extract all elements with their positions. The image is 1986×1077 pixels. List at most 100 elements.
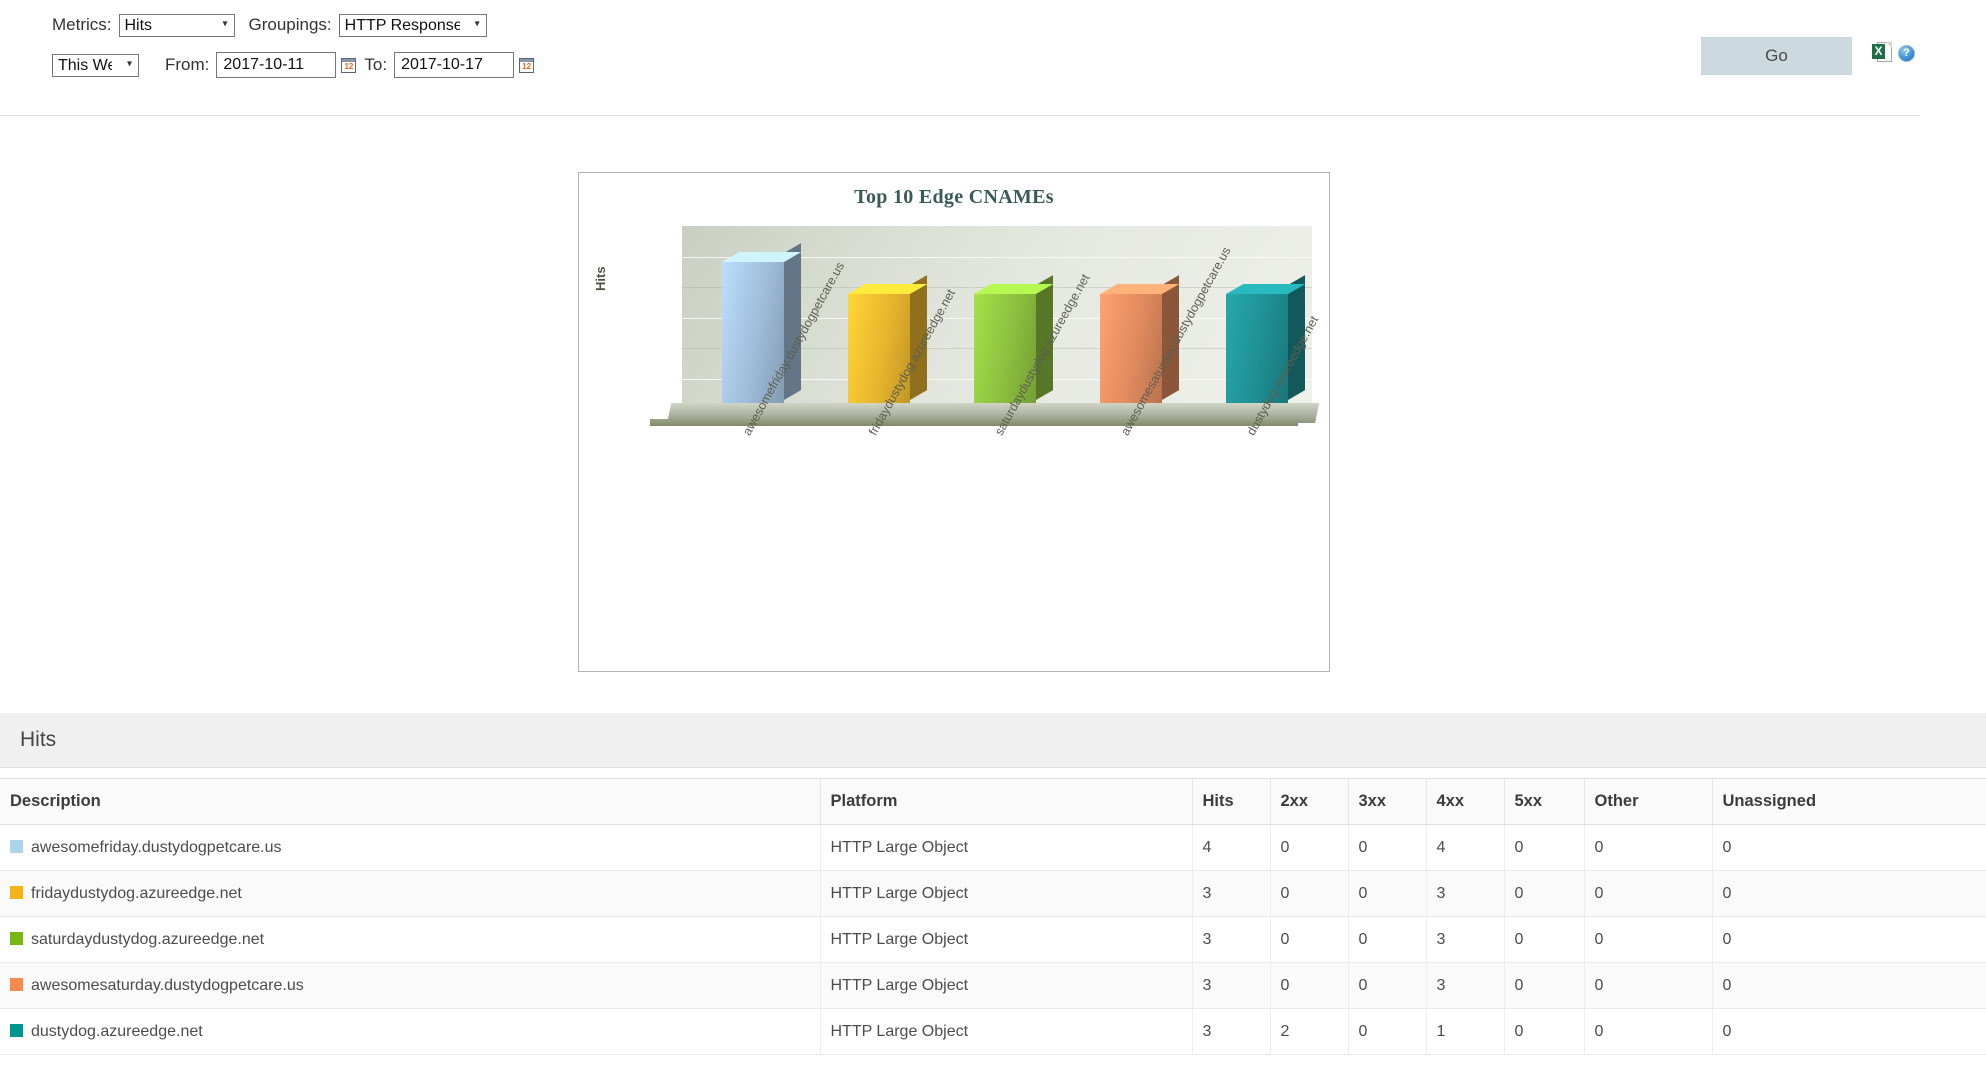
report-toolbar: Metrics: Hits ▾ Groupings: HTTP Response… <box>0 0 1986 118</box>
description-text: awesomefriday.dustydogpetcare.us <box>31 838 282 856</box>
cell-hits: 4 <box>1192 824 1271 871</box>
table-header-row: Description Platform Hits 2xx 3xx 4xx 5x… <box>0 778 1986 825</box>
help-icon[interactable]: ? <box>1898 44 1915 62</box>
series-color-swatch <box>10 931 23 945</box>
metrics-label: Metrics: <box>52 15 112 34</box>
excel-icon-fold <box>1886 42 1892 48</box>
cell-description: awesomefriday.dustydogpetcare.us <box>0 824 821 871</box>
data-table-wrap: Description Platform Hits 2xx 3xx 4xx 5x… <box>0 778 1986 1055</box>
table-body: awesomefriday.dustydogpetcare.us HTTP Lar… <box>0 824 1986 1055</box>
metrics-select-wrap[interactable]: Hits ▾ <box>118 13 235 37</box>
groupings-select-wrap[interactable]: HTTP Response Codes ▾ <box>338 13 487 37</box>
col-2xx[interactable]: 2xx <box>1270 778 1349 825</box>
data-table: Description Platform Hits 2xx 3xx 4xx 5x… <box>0 778 1986 1055</box>
cell-2xx: 0 <box>1270 962 1349 1009</box>
range-select-wrap[interactable]: This Week ▾ <box>52 53 139 77</box>
cell-unassigned: 0 <box>1712 870 1986 917</box>
section-header: Hits <box>0 713 1986 768</box>
chart-panel: Top 10 Edge CNAMEs Hits awesomefriday.du… <box>578 172 1330 672</box>
table-row[interactable]: saturdaydustydog.azureedge.net HTTP Large… <box>0 916 1986 963</box>
table-row[interactable]: dustydog.azureedge.net HTTP Large Object 3… <box>0 1008 1986 1055</box>
cell-5xx: 0 <box>1504 824 1585 871</box>
col-4xx[interactable]: 4xx <box>1426 778 1505 825</box>
col-5xx[interactable]: 5xx <box>1504 778 1585 825</box>
cell-other: 0 <box>1584 916 1713 963</box>
toolbar-row-metrics: Metrics: Hits ▾ Groupings: HTTP Response… <box>0 10 1986 40</box>
calendar-icon-body: 12 <box>341 61 357 73</box>
go-button[interactable]: Go <box>1701 37 1852 75</box>
cell-unassigned: 0 <box>1712 916 1986 963</box>
cell-hits: 3 <box>1192 962 1271 1009</box>
cell-description: fridaydustydog.azureedge.net <box>0 870 821 917</box>
toolbar-action-icons: X ? <box>1872 42 1915 64</box>
cell-hits: 3 <box>1192 870 1271 917</box>
toolbar-row-daterange: This Week ▾ From: 12 To: 12 <box>0 46 1986 84</box>
description-text: awesomesaturday.dustydogpetcare.us <box>31 976 304 994</box>
cell-platform: HTTP Large Object <box>820 916 1193 963</box>
table-row[interactable]: awesomesaturday.dustydogpetcare.us HTTP L… <box>0 962 1986 1009</box>
cell-other: 0 <box>1584 1008 1713 1055</box>
col-hits[interactable]: Hits <box>1192 778 1271 825</box>
table-row[interactable]: awesomefriday.dustydogpetcare.us HTTP Lar… <box>0 824 1986 871</box>
chart-y-axis-label: Hits <box>593 266 608 291</box>
cell-3xx: 0 <box>1348 870 1427 917</box>
cell-5xx: 0 <box>1504 1008 1585 1055</box>
table-row[interactable]: fridaydustydog.azureedge.net HTTP Large O… <box>0 870 1986 917</box>
calendar-icon-to[interactable]: 12 <box>519 57 535 73</box>
cell-3xx: 0 <box>1348 1008 1427 1055</box>
chart-bar-side <box>784 243 801 400</box>
date-range-select[interactable]: This Week <box>52 53 139 77</box>
table-head: Description Platform Hits 2xx 3xx 4xx 5x… <box>0 778 1986 825</box>
from-label: From: <box>165 55 210 74</box>
cell-other: 0 <box>1584 870 1713 917</box>
cell-2xx: 2 <box>1270 1008 1349 1055</box>
cell-platform: HTTP Large Object <box>820 824 1193 871</box>
cell-description: dustydog.azureedge.net <box>0 1008 821 1055</box>
cell-3xx: 0 <box>1348 962 1427 1009</box>
cell-platform: HTTP Large Object <box>820 1008 1193 1055</box>
metrics-select[interactable]: Hits <box>118 13 235 37</box>
cell-description: saturdaydustydog.azureedge.net <box>0 916 821 963</box>
series-color-swatch <box>10 1023 23 1037</box>
cell-5xx: 0 <box>1504 870 1585 917</box>
cell-5xx: 0 <box>1504 916 1585 963</box>
series-color-swatch <box>10 977 23 991</box>
calendar-icon-body: 12 <box>519 61 535 73</box>
description-text: fridaydustydog.azureedge.net <box>31 884 242 902</box>
cell-4xx: 1 <box>1426 1008 1505 1055</box>
to-date-input[interactable] <box>394 52 515 78</box>
cell-other: 0 <box>1584 962 1713 1009</box>
cell-unassigned: 0 <box>1712 962 1986 1009</box>
cell-unassigned: 0 <box>1712 824 1986 871</box>
cell-platform: HTTP Large Object <box>820 962 1193 1009</box>
col-3xx[interactable]: 3xx <box>1348 778 1427 825</box>
groupings-select[interactable]: HTTP Response Codes <box>338 13 487 37</box>
description-text: dustydog.azureedge.net <box>31 1022 203 1040</box>
col-description[interactable]: Description <box>0 778 821 825</box>
cell-4xx: 3 <box>1426 870 1505 917</box>
cell-4xx: 4 <box>1426 824 1505 871</box>
cell-other: 0 <box>1584 824 1713 871</box>
cell-5xx: 0 <box>1504 962 1585 1009</box>
calendar-icon-from[interactable]: 12 <box>341 57 357 73</box>
to-label: To: <box>364 55 388 74</box>
cell-unassigned: 0 <box>1712 1008 1986 1055</box>
cell-description: awesomesaturday.dustydogpetcare.us <box>0 962 821 1009</box>
col-other[interactable]: Other <box>1584 778 1713 825</box>
series-color-swatch <box>10 839 23 853</box>
col-unassigned[interactable]: Unassigned <box>1712 778 1986 825</box>
section-title: Hits <box>20 728 57 751</box>
series-color-swatch <box>10 885 23 899</box>
cell-2xx: 0 <box>1270 916 1349 963</box>
col-platform[interactable]: Platform <box>820 778 1193 825</box>
description-text: saturdaydustydog.azureedge.net <box>31 930 265 948</box>
cell-4xx: 3 <box>1426 962 1505 1009</box>
cell-hits: 3 <box>1192 1008 1271 1055</box>
from-date-input[interactable] <box>216 52 337 78</box>
cell-hits: 3 <box>1192 916 1271 963</box>
cell-4xx: 3 <box>1426 916 1505 963</box>
chart-title: Top 10 Edge CNAMEs <box>854 186 1054 208</box>
excel-export-icon[interactable]: X <box>1872 42 1892 64</box>
cell-2xx: 0 <box>1270 870 1349 917</box>
cell-3xx: 0 <box>1348 824 1427 871</box>
